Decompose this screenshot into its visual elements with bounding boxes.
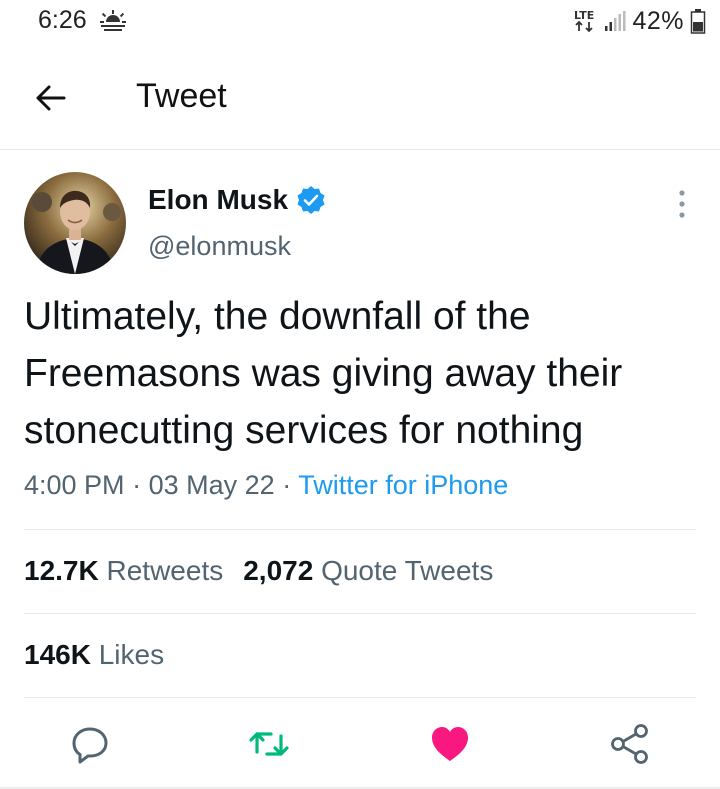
meta-separator: · (282, 470, 292, 500)
like-button[interactable] (428, 722, 472, 766)
divider (24, 697, 696, 698)
engagement-stats: 12.7K Retweets 2,072 Quote Tweets (24, 555, 493, 587)
avatar[interactable] (24, 172, 126, 274)
page-title: Tweet (136, 77, 227, 115)
tweet-source-link[interactable]: Twitter for iPhone (298, 470, 508, 500)
author-handle[interactable]: @elonmusk (148, 231, 291, 262)
retweets-stat[interactable]: 12.7K Retweets (24, 555, 223, 586)
share-icon (611, 724, 648, 764)
author-name-row: Elon Musk (148, 184, 326, 216)
share-button[interactable] (608, 722, 652, 766)
quote-tweets-stat[interactable]: 2,072 Quote Tweets (243, 555, 493, 586)
divider (24, 529, 696, 530)
author-name[interactable]: Elon Musk (148, 184, 288, 216)
tweet-text: Ultimately, the downfall of the Freemaso… (24, 295, 623, 452)
app-header: Tweet (0, 44, 720, 150)
quote-tweets-label: Quote Tweets (321, 555, 494, 586)
status-bar: 6:26 LTE 42% (0, 0, 720, 44)
likes-stats: 146K Likes (24, 639, 164, 671)
likes-count: 146K (24, 639, 91, 670)
status-indicators: LTE 42% (574, 6, 706, 36)
avatar-image (24, 172, 126, 274)
svg-text:LTE: LTE (574, 9, 594, 22)
signal-icon (605, 11, 626, 31)
reply-icon (72, 727, 108, 764)
more-options-icon[interactable] (669, 188, 695, 220)
reply-button[interactable] (68, 722, 112, 766)
retweets-label: Retweets (106, 555, 224, 586)
sun-haze-icon (100, 10, 126, 31)
retweets-count: 12.7K (24, 555, 99, 586)
battery-icon (690, 9, 706, 34)
quote-tweets-count: 2,072 (243, 555, 314, 586)
lte-icon: LTE (574, 9, 595, 33)
retweet-icon (249, 732, 289, 756)
tweet-date: 03 May 22 (148, 470, 275, 500)
tweet-time: 4:00 PM (24, 470, 125, 500)
tweet-metadata: 4:00 PM · 03 May 22 · Twitter for iPhone (24, 470, 508, 501)
meta-separator: · (132, 470, 142, 500)
verified-badge-icon (297, 186, 325, 214)
retweet-button[interactable] (247, 722, 291, 766)
arrow-left-icon[interactable] (30, 78, 70, 118)
battery-percentage: 42% (632, 6, 684, 35)
divider (24, 613, 696, 614)
likes-stat[interactable]: 146K Likes (24, 639, 164, 670)
status-time: 6:26 (38, 6, 87, 34)
likes-label: Likes (98, 639, 165, 670)
heart-icon (432, 727, 468, 761)
